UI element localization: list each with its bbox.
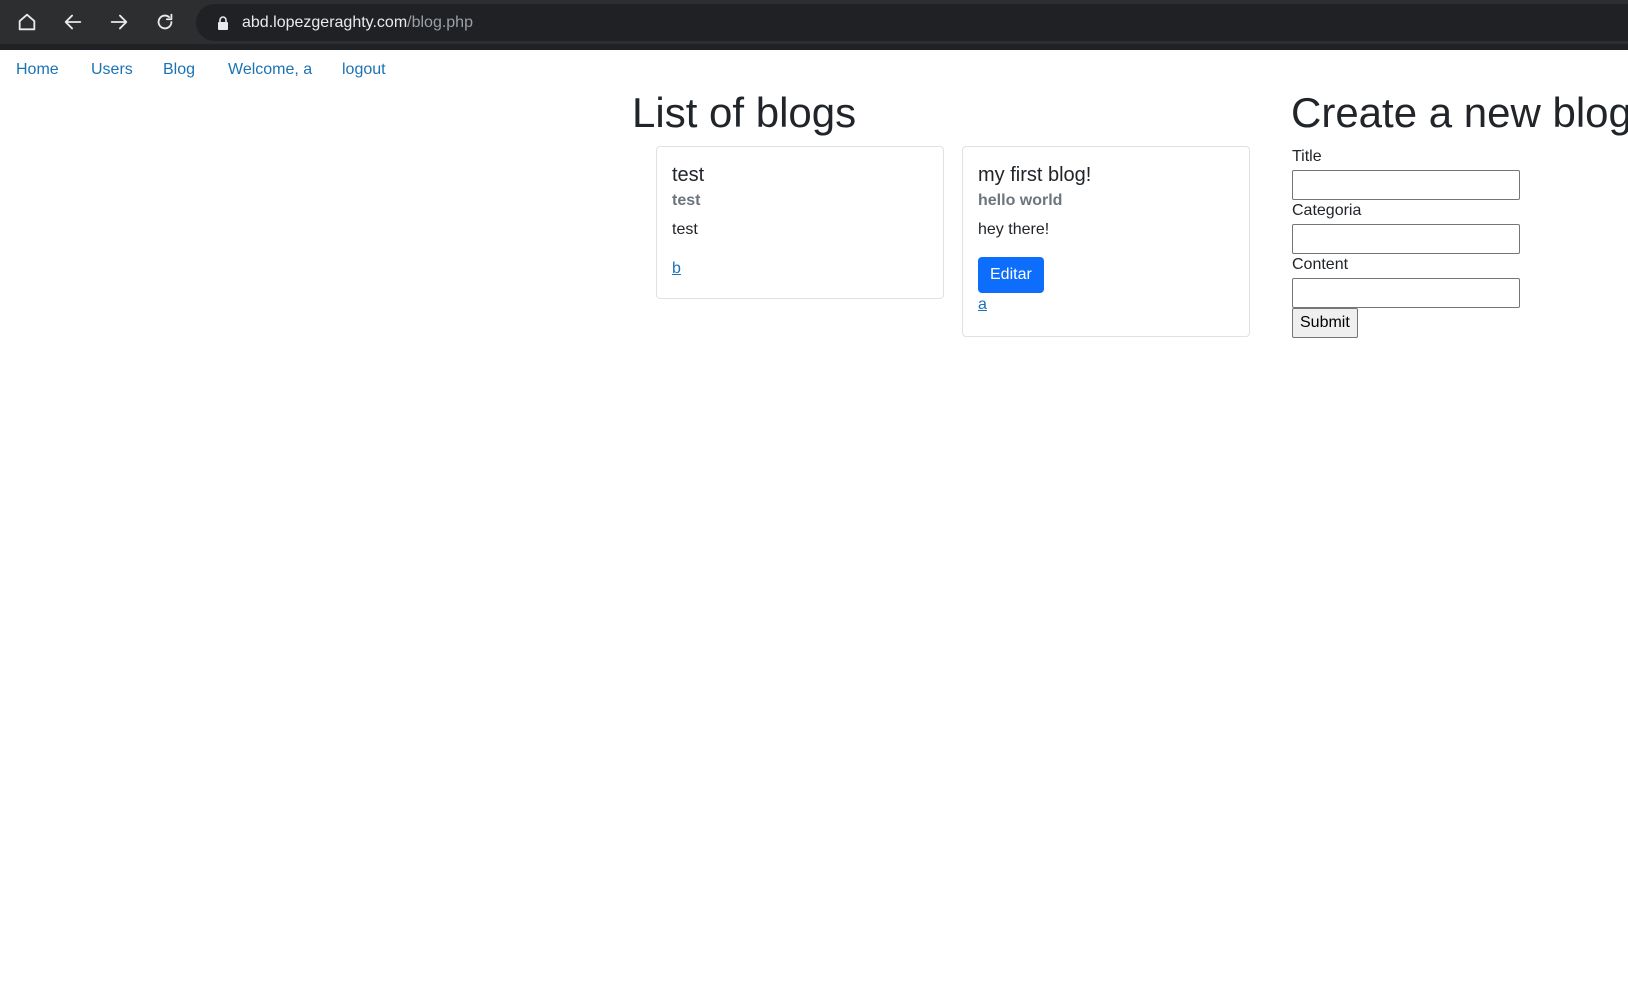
- blog-card-category: test: [672, 192, 701, 209]
- nav-link-logout[interactable]: logout: [342, 58, 386, 82]
- content-input[interactable]: [1292, 278, 1520, 308]
- blog-card-author-link[interactable]: b: [672, 257, 681, 281]
- back-icon[interactable]: [58, 7, 88, 37]
- blog-card-title: my first blog!: [978, 164, 1092, 186]
- content-label: Content: [1292, 256, 1349, 273]
- blog-card-category: hello world: [978, 192, 1063, 209]
- title-label: Title: [1292, 148, 1322, 165]
- address-bar[interactable]: abd.lopezgeraghty.com/blog.php: [196, 4, 1628, 41]
- nav-link-blog[interactable]: Blog: [163, 58, 195, 82]
- submit-button[interactable]: Submit: [1292, 308, 1358, 338]
- url-path: /blog.php: [407, 13, 473, 31]
- category-label: Categoria: [1292, 202, 1362, 219]
- blog-card: my first blog! hello world hey there! Ed…: [962, 146, 1250, 337]
- edit-button[interactable]: Editar: [978, 257, 1044, 293]
- home-icon[interactable]: [12, 7, 42, 37]
- blog-list-heading: List of blogs: [632, 89, 857, 136]
- lock-icon: [218, 15, 228, 30]
- forward-icon[interactable]: [104, 7, 134, 37]
- nav-link-home[interactable]: Home: [16, 58, 59, 82]
- browser-toolbar: abd.lopezgeraghty.com/blog.php: [0, 0, 1628, 50]
- url-domain: abd.lopezgeraghty.com: [242, 13, 408, 31]
- blog-card-content: test: [672, 221, 698, 238]
- title-input[interactable]: [1292, 170, 1520, 200]
- create-blog-heading: Create a new blog: [1291, 89, 1628, 136]
- blog-card-title: test: [672, 164, 705, 186]
- blog-card-author-link[interactable]: a: [978, 293, 987, 317]
- reload-icon[interactable]: [150, 7, 180, 37]
- blog-card: test test test b: [656, 146, 944, 299]
- category-input[interactable]: [1292, 224, 1520, 254]
- nav-link-welcome[interactable]: Welcome, a: [228, 58, 312, 82]
- nav-link-users[interactable]: Users: [91, 58, 133, 82]
- blog-card-content: hey there!: [978, 221, 1050, 238]
